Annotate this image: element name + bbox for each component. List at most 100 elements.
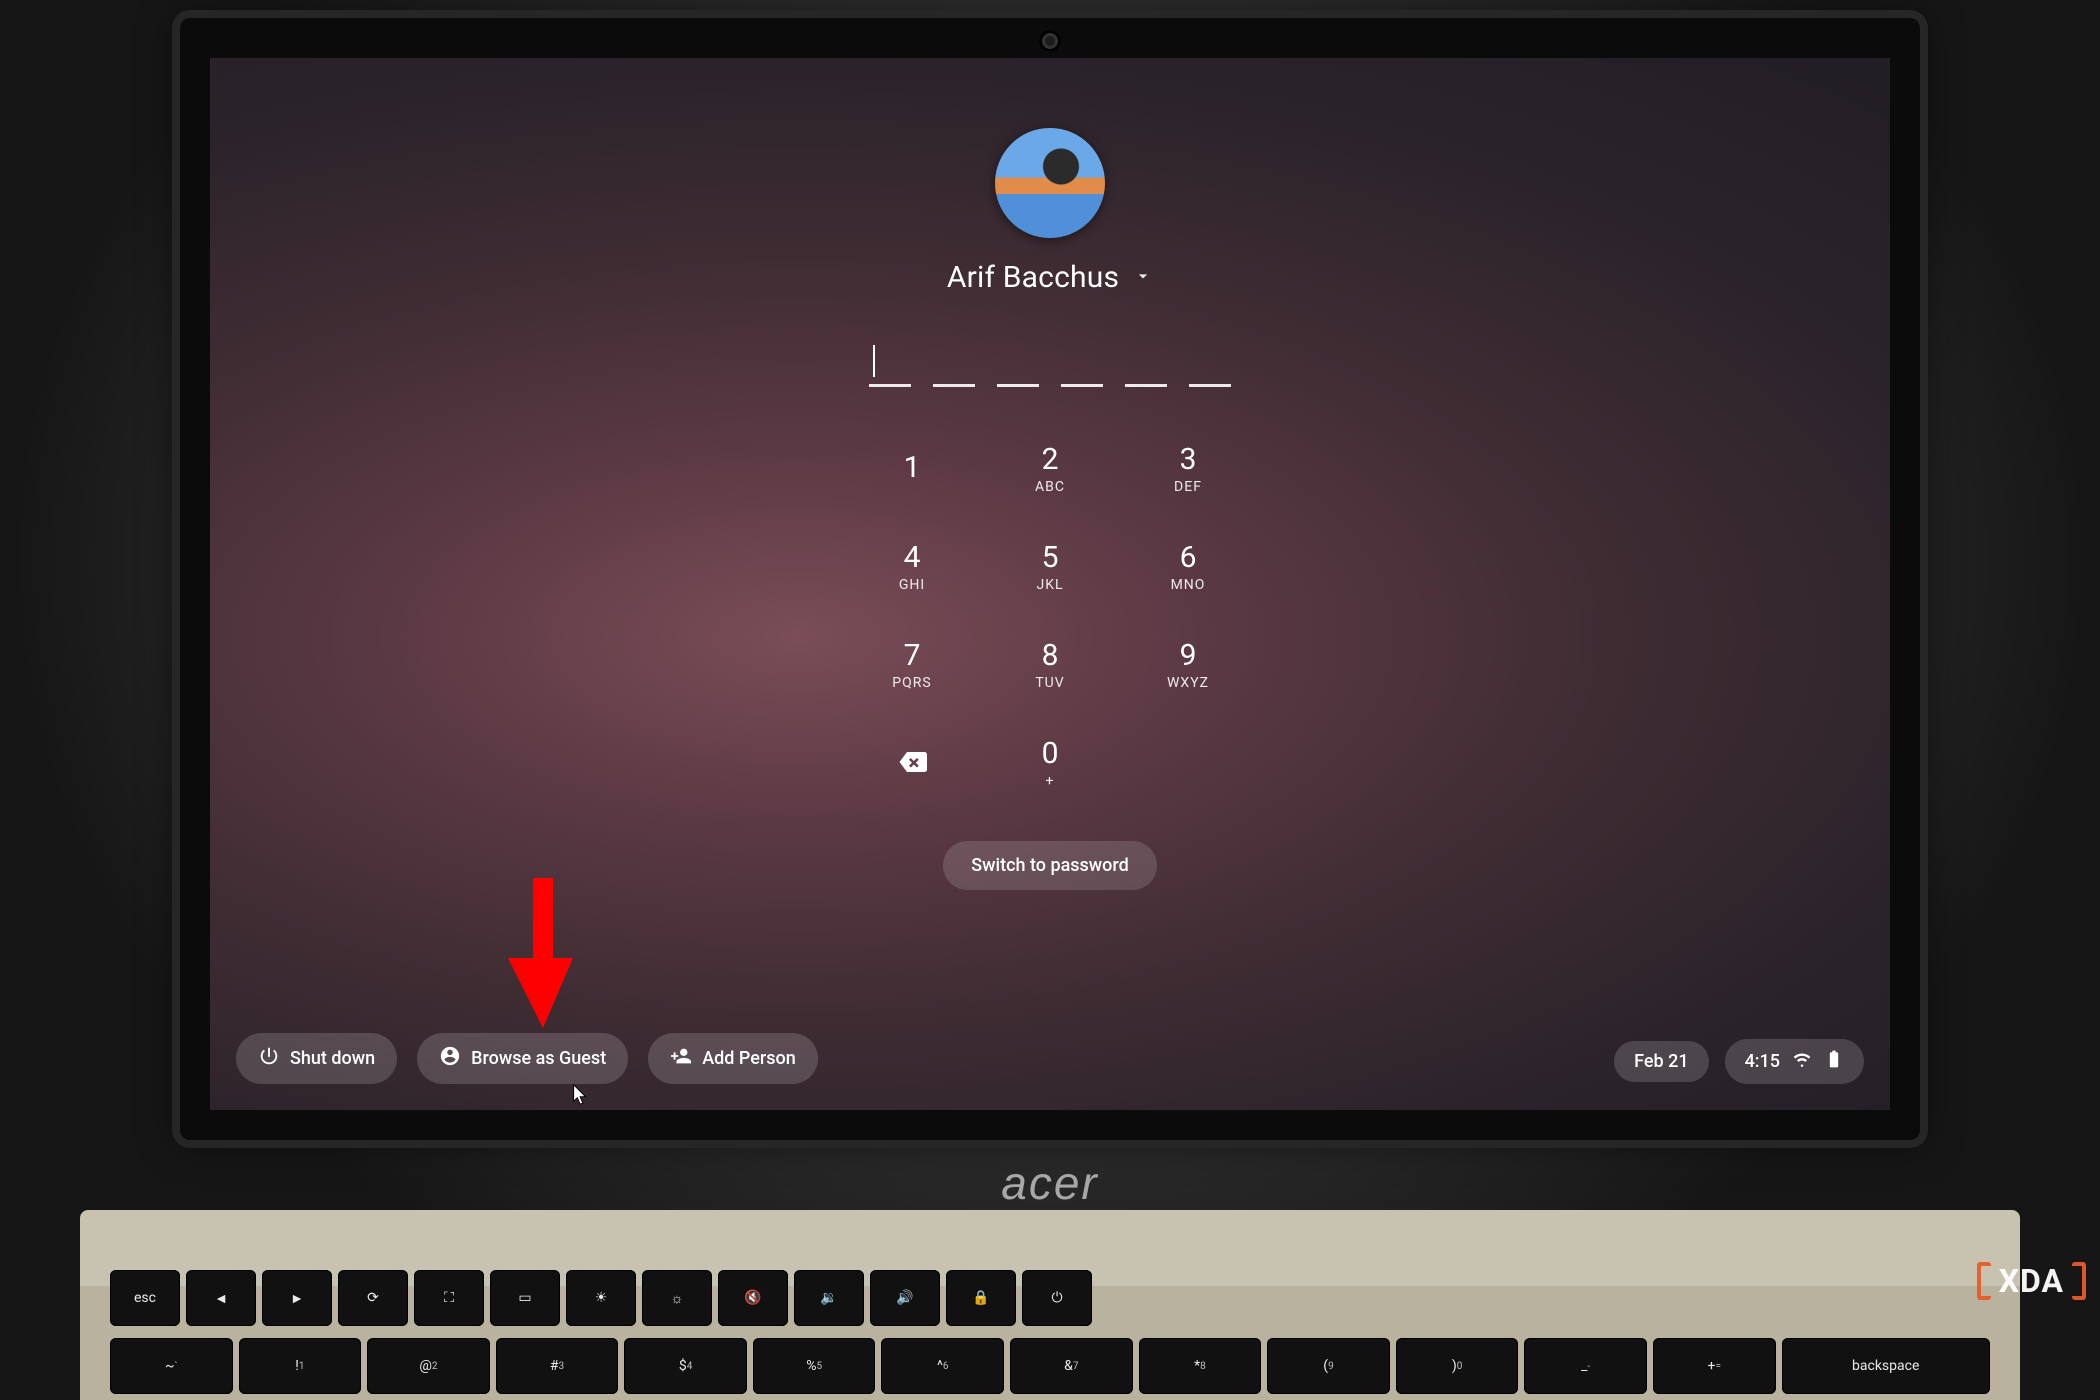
date-label: Feb 21 [1634,1051,1688,1072]
laptop-keyboard: esc ◄ ► ⟳ ⛶ ▭ ☀ ☼ 🔇 🔉 🔊 🔒 ⏻ ~` !1 @2 #3 … [80,1210,2020,1400]
keypad-digit: 8 [1042,641,1059,671]
keypad-digit: 9 [1180,641,1197,671]
keypad-digit: 7 [904,641,921,671]
time-label: 4:15 [1745,1051,1780,1072]
key-fn: ⛶ [414,1270,484,1326]
keypad-3[interactable]: 3 DEF [1128,423,1248,517]
keypad-4[interactable]: 4 GHI [852,521,972,615]
keypad-backspace[interactable] [852,717,972,811]
keypad-letters: WXYZ [1167,675,1209,691]
keypad-letters: TUV [1035,675,1064,691]
key-fn: 🔒 [946,1270,1016,1326]
keypad-8[interactable]: 8 TUV [990,619,1110,713]
keypad-0[interactable]: 0 + [990,717,1110,811]
key-7: &7 [1010,1338,1133,1394]
battery-icon [1824,1049,1844,1074]
key-5: %5 [753,1338,876,1394]
keypad-5[interactable]: 5 JKL [990,521,1110,615]
key-fn: ☀ [566,1270,636,1326]
laptop-logo: acer [0,1156,2100,1210]
backspace-icon [897,747,927,781]
key-fn: ► [262,1270,332,1326]
shutdown-label: Shut down [290,1048,375,1069]
keypad-digit: 3 [1180,445,1197,475]
lock-screen: Arif Bacchus 1 [210,58,1890,1110]
pin-digit-1 [869,341,911,387]
keypad-digit: 2 [1042,445,1059,475]
key-9: (9 [1267,1338,1390,1394]
add-person-button[interactable]: Add Person [648,1033,818,1084]
pin-digit-6 [1189,341,1231,387]
key-8: *8 [1139,1338,1262,1394]
user-name-label: Arif Bacchus [947,260,1119,295]
pin-digit-4 [1061,341,1103,387]
key-label: esc [134,1290,156,1306]
photo-frame: Arif Bacchus 1 [0,0,2100,1400]
browse-as-guest-label: Browse as Guest [471,1048,606,1069]
bottom-left-actions: Shut down Browse as Guest Add Person [236,1033,818,1084]
pin-digit-3 [997,341,1039,387]
keypad-7[interactable]: 7 PQRS [852,619,972,713]
laptop-bezel: Arif Bacchus 1 [180,18,1920,1140]
key-4: $4 [624,1338,747,1394]
date-pill[interactable]: Feb 21 [1614,1041,1708,1082]
key-1: !1 [239,1338,362,1394]
key-6: ^6 [881,1338,1004,1394]
key-label: backspace [1852,1358,1919,1374]
key-fn: ▭ [490,1270,560,1326]
key-fn: ☼ [642,1270,712,1326]
add-person-icon [670,1045,692,1072]
key-equals: += [1653,1338,1776,1394]
key-2: @2 [367,1338,490,1394]
keypad-digit: 5 [1042,543,1059,573]
key-minus: _- [1524,1338,1647,1394]
keypad-digit: 4 [904,543,921,573]
login-panel: Arif Bacchus 1 [730,128,1370,890]
keypad-letters: GHI [899,577,925,593]
key-power: ⏻ [1022,1270,1092,1326]
add-person-label: Add Person [702,1048,796,1069]
keypad-9[interactable]: 9 WXYZ [1128,619,1248,713]
keypad-6[interactable]: 6 MNO [1128,521,1248,615]
keypad-letters: PQRS [892,675,931,691]
webcam-icon [1039,30,1061,52]
key-fn: ◄ [186,1270,256,1326]
power-icon [258,1045,280,1072]
pin-digit-2 [933,341,975,387]
wifi-icon [1792,1049,1812,1074]
laptop-logo-text: acer [1001,1157,1098,1209]
user-switcher[interactable]: Arif Bacchus [947,260,1153,295]
pin-input[interactable] [869,341,1231,387]
key-3: #3 [496,1338,619,1394]
keypad-digit: 6 [1180,543,1197,573]
keypad-letters: + [1046,773,1055,789]
keypad-letters: MNO [1171,577,1206,593]
key-fn: ⟳ [338,1270,408,1326]
chevron-down-icon [1133,266,1153,290]
shutdown-button[interactable]: Shut down [236,1033,397,1084]
keyboard-fn-row: esc ◄ ► ⟳ ⛶ ▭ ☀ ☼ 🔇 🔉 🔊 🔒 ⏻ [80,1264,2020,1332]
key-fn: 🔉 [794,1270,864,1326]
mouse-cursor-icon [570,1080,592,1108]
keypad-1[interactable]: 1 [852,423,972,517]
time-battery-pill[interactable]: 4:15 [1725,1039,1864,1084]
keypad-letters: ABC [1035,479,1065,495]
keyboard-number-row: ~` !1 @2 #3 $4 %5 ^6 &7 *8 (9 )0 _- += b… [80,1332,2020,1400]
key-backspace: backspace [1782,1338,1990,1394]
annotation-arrow-icon [508,878,578,1028]
keypad-2[interactable]: 2 ABC [990,423,1110,517]
keypad-digit: 0 [1042,739,1059,769]
key-tilde: ~` [110,1338,233,1394]
status-tray[interactable]: Feb 21 4:15 [1614,1039,1864,1084]
key-fn: 🔇 [718,1270,788,1326]
keypad-letters: DEF [1174,479,1202,495]
switch-to-password-button[interactable]: Switch to password [943,841,1156,890]
keypad-letters: JKL [1036,577,1063,593]
bracket-icon [2072,1262,2086,1300]
key-esc: esc [110,1270,180,1326]
pin-keypad: 1 2 ABC 3 DEF 4 GHI [852,423,1248,811]
switch-to-password-label: Switch to password [971,855,1128,876]
browse-as-guest-button[interactable]: Browse as Guest [417,1033,628,1084]
keypad-digit: 1 [904,453,921,483]
user-avatar[interactable] [995,128,1105,238]
